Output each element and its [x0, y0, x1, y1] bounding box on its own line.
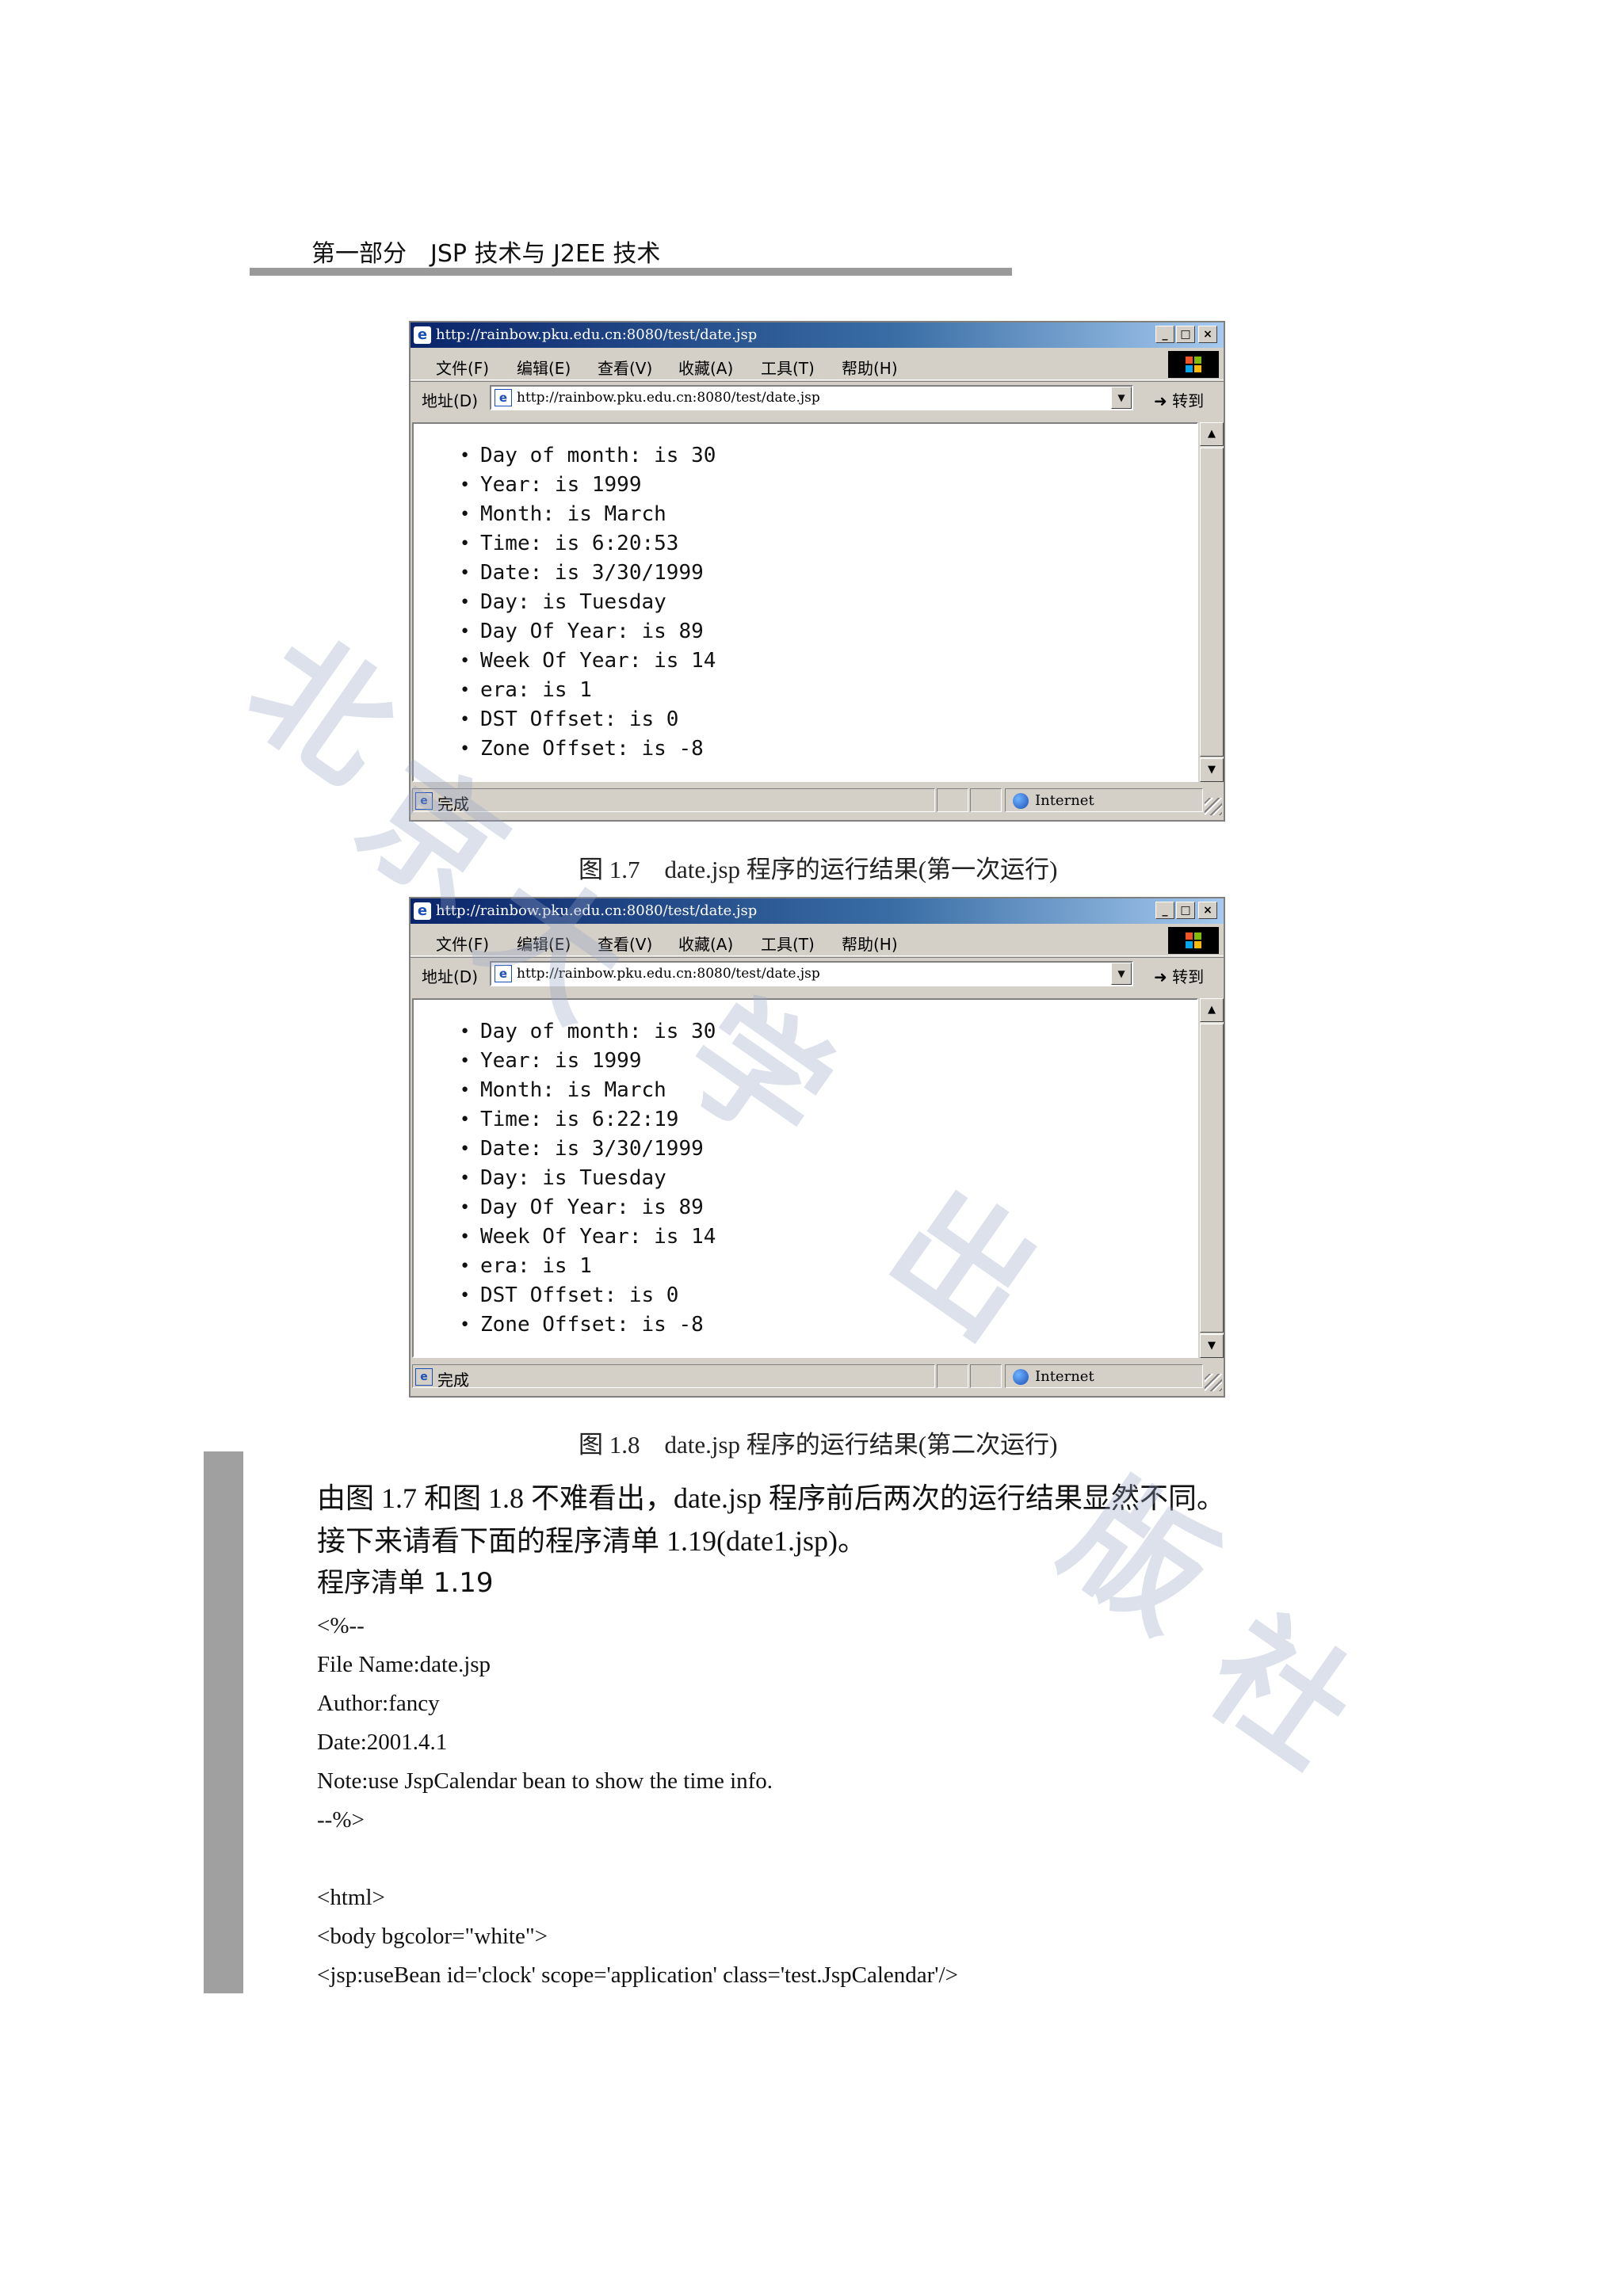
- code-line: <body bgcolor="white">: [317, 1924, 548, 1949]
- list-item: Day: is Tuesday: [460, 1164, 716, 1193]
- list-item: era: is 1: [460, 1252, 716, 1281]
- scroll-down-icon[interactable]: ▼: [1200, 758, 1224, 782]
- windows-logo-icon: [1168, 351, 1219, 378]
- scroll-thumb[interactable]: [1200, 1024, 1224, 1333]
- list-item: Day: is Tuesday: [460, 588, 716, 617]
- status-pane: [412, 1364, 935, 1388]
- list-item: Year: is 1999: [460, 471, 716, 500]
- page-header-title: 第一部分 JSP 技术与 J2EE 技术: [311, 240, 661, 268]
- globe-icon: [1013, 793, 1029, 809]
- list-item: Day of month: is 30: [460, 1017, 716, 1047]
- address-label: 地址(D): [422, 391, 479, 410]
- status-pane: [970, 1364, 1002, 1388]
- scroll-down-icon[interactable]: ▼: [1200, 1334, 1224, 1358]
- menu-edit[interactable]: 编辑(E): [517, 356, 571, 379]
- go-button[interactable]: ➜ 转到: [1154, 388, 1204, 411]
- go-label: 转到: [1172, 967, 1205, 986]
- scroll-up-icon[interactable]: ▲: [1200, 422, 1224, 446]
- chevron-down-icon[interactable]: ▼: [1111, 963, 1132, 985]
- minimize-button[interactable]: _: [1155, 326, 1174, 343]
- list-item: Month: is March: [460, 500, 716, 529]
- address-input[interactable]: e http://rainbow.pku.edu.cn:8080/test/da…: [490, 385, 1133, 410]
- menu-favorites[interactable]: 收藏(A): [678, 356, 733, 379]
- listing-title: 程序清单 1.19: [317, 1567, 494, 1599]
- status-bar: e 完成 Internet: [411, 1361, 1224, 1393]
- list-item: era: is 1: [460, 676, 716, 705]
- title-bar[interactable]: e http://rainbow.pku.edu.cn:8080/test/da…: [411, 322, 1224, 348]
- menu-tools[interactable]: 工具(T): [761, 356, 815, 379]
- list-item: Week Of Year: is 14: [460, 646, 716, 676]
- date-info-list: Day of month: is 30 Year: is 1999 Month:…: [460, 441, 716, 764]
- go-button[interactable]: ➜ 转到: [1154, 964, 1204, 987]
- list-item: Zone Offset: is -8: [460, 1310, 716, 1340]
- margin-bar: [204, 1451, 243, 1993]
- zone-text: Internet: [1035, 792, 1094, 809]
- resize-grip[interactable]: [1205, 1374, 1222, 1391]
- list-item: DST Offset: is 0: [460, 1281, 716, 1310]
- figure-caption-1: 图 1.7 date.jsp 程序的运行结果(第一次运行): [579, 856, 1058, 883]
- menu-help[interactable]: 帮助(H): [842, 932, 898, 955]
- vertical-scrollbar[interactable]: ▲ ▼: [1200, 422, 1224, 782]
- chevron-down-icon[interactable]: ▼: [1111, 387, 1132, 409]
- ie-icon: e: [414, 326, 431, 344]
- date-info-list: Day of month: is 30 Year: is 1999 Month:…: [460, 1017, 716, 1340]
- header-rule: [250, 268, 1012, 276]
- figure-caption-2: 图 1.8 date.jsp 程序的运行结果(第二次运行): [579, 1431, 1058, 1459]
- close-button[interactable]: ×: [1198, 326, 1217, 343]
- address-url: http://rainbow.pku.edu.cn:8080/test/date…: [517, 390, 820, 406]
- windows-logo-icon: [1168, 927, 1219, 954]
- code-line: <%--: [317, 1613, 365, 1638]
- menu-help[interactable]: 帮助(H): [842, 356, 898, 379]
- browser-window-1: e http://rainbow.pku.edu.cn:8080/test/da…: [409, 321, 1225, 822]
- code-line: File Name:date.jsp: [317, 1652, 491, 1677]
- scroll-thumb[interactable]: [1200, 448, 1224, 757]
- watermark-char: 版: [1037, 1455, 1239, 1661]
- menu-bar: 文件(F) 编辑(E) 查看(V) 收藏(A) 工具(T) 帮助(H): [411, 349, 1224, 380]
- go-label: 转到: [1172, 391, 1205, 410]
- page-content: Day of month: is 30 Year: is 1999 Month:…: [412, 422, 1198, 782]
- code-line: <html>: [317, 1885, 385, 1910]
- zone-text: Internet: [1035, 1368, 1094, 1385]
- list-item: Week Of Year: is 14: [460, 1222, 716, 1252]
- code-line: --%>: [317, 1807, 365, 1833]
- address-bar: 地址(D) e http://rainbow.pku.edu.cn:8080/t…: [411, 381, 1224, 414]
- status-pane: [970, 788, 1002, 812]
- globe-icon: [1013, 1369, 1029, 1385]
- list-item: Day of month: is 30: [460, 441, 716, 471]
- resize-grip[interactable]: [1205, 798, 1222, 815]
- window-title: http://rainbow.pku.edu.cn:8080/test/date…: [436, 326, 758, 343]
- scroll-up-icon[interactable]: ▲: [1200, 998, 1224, 1022]
- code-line: Date:2001.4.1: [317, 1730, 448, 1755]
- page-icon: e: [495, 389, 512, 406]
- list-item: Day Of Year: is 89: [460, 617, 716, 646]
- maximize-button[interactable]: □: [1176, 902, 1195, 919]
- menu-favorites[interactable]: 收藏(A): [678, 932, 733, 955]
- menu-file[interactable]: 文件(F): [436, 356, 489, 379]
- watermark-char: 社: [1180, 1589, 1381, 1795]
- close-button[interactable]: ×: [1198, 902, 1217, 919]
- list-item: DST Offset: is 0: [460, 705, 716, 734]
- list-item: Date: is 3/30/1999: [460, 1135, 716, 1164]
- code-line: Author:fancy: [317, 1691, 440, 1716]
- list-item: Date: is 3/30/1999: [460, 559, 716, 588]
- menu-view[interactable]: 查看(V): [598, 356, 652, 379]
- maximize-button[interactable]: □: [1176, 326, 1195, 343]
- vertical-scrollbar[interactable]: ▲ ▼: [1200, 998, 1224, 1358]
- code-line: <jsp:useBean id='clock' scope='applicati…: [317, 1962, 958, 1988]
- code-line: Note:use JspCalendar bean to show the ti…: [317, 1768, 773, 1794]
- minimize-button[interactable]: _: [1155, 902, 1174, 919]
- list-item: Day Of Year: is 89: [460, 1193, 716, 1222]
- list-item: Time: is 6:20:53: [460, 529, 716, 559]
- body-paragraph-2: 接下来请看下面的程序清单 1.19(date1.jsp)。: [317, 1525, 866, 1557]
- status-pane: [937, 788, 968, 812]
